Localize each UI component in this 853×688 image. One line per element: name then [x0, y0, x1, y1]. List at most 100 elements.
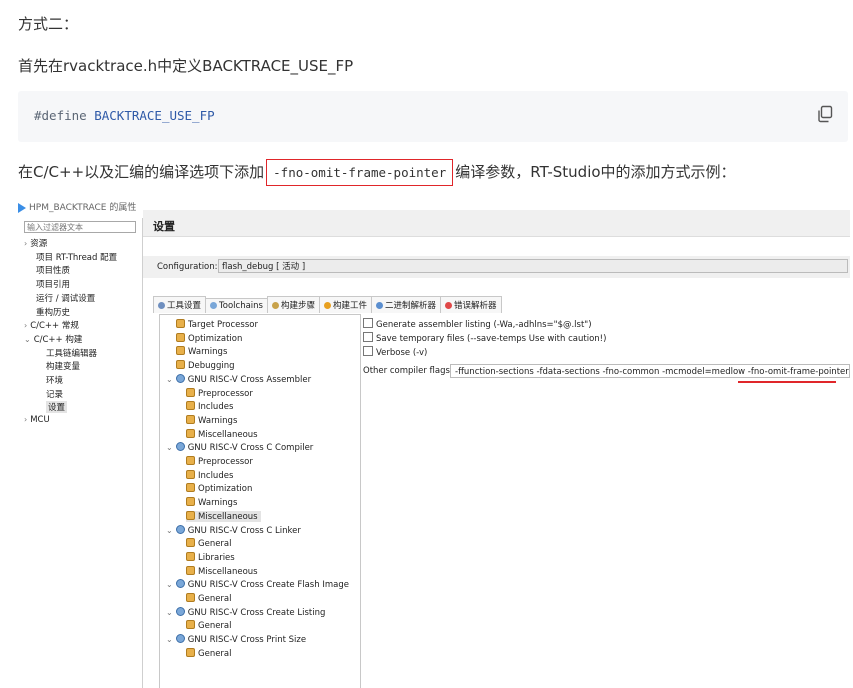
nav-tree-label: MCU: [30, 415, 50, 426]
tool-group[interactable]: ⌄ GNU RISC-V Cross Create Listing: [166, 606, 325, 618]
nav-tree-item[interactable]: 构建变量: [46, 360, 80, 372]
settings-icon: [186, 469, 195, 479]
tool-setting-item[interactable]: Includes: [186, 401, 233, 412]
chevron-down-icon[interactable]: ⌄: [166, 375, 173, 384]
chevron-down-icon[interactable]: ⌄: [24, 335, 31, 344]
tool-tree-label: Optimization: [188, 333, 243, 344]
settings-tab[interactable]: 错误解析器: [440, 296, 502, 313]
section-heading: 方式二：: [18, 15, 79, 33]
tool-setting-item[interactable]: Warnings: [186, 497, 237, 508]
settings-tab[interactable]: 构建步骤: [266, 296, 320, 313]
tool-setting-item[interactable]: General: [186, 647, 232, 659]
option-assembler-listing[interactable]: Generate assembler listing (-Wa,-adhlns=…: [363, 318, 592, 330]
tool-gear-icon: [175, 442, 185, 452]
settings-icon: [186, 483, 195, 493]
tool-setting-item[interactable]: Libraries: [186, 551, 235, 563]
checkbox[interactable]: [363, 346, 373, 356]
properties-nav-panel: 输入过滤器文本 › 资源项目 RT-Thread 配置 项目性质项目引用运行 / 调…: [18, 218, 143, 688]
other-flags-input[interactable]: -ffunction-sections -fdata-sections -fno…: [450, 364, 850, 378]
tool-tree-label: GNU RISC-V Cross Print Size: [187, 635, 307, 646]
nav-tree-label: 重构历史: [36, 307, 71, 318]
tool-setting-item[interactable]: Miscellaneous: [186, 510, 261, 522]
tool-tree-label: GNU RISC-V Cross Create Flash Image: [187, 580, 349, 591]
tool-group[interactable]: ⌄ GNU RISC-V Cross Create Flash Image: [166, 579, 349, 590]
tool-group[interactable]: ⌄ GNU RISC-V Cross Print Size: [166, 634, 306, 645]
nav-tree-item[interactable]: ⌄ C/C++ 构建: [24, 333, 82, 345]
tool-setting-item[interactable]: General: [186, 593, 232, 604]
tool-setting-item[interactable]: Miscellaneous: [186, 428, 258, 440]
tool-setting-item[interactable]: Optimization: [186, 483, 252, 494]
tool-settings-tree: Target Processor Optimization Warnings Debu…: [159, 314, 361, 688]
nav-tree-item[interactable]: 项目 RT-Thread 配置: [36, 251, 117, 263]
copy-icon[interactable]: [816, 105, 834, 123]
settings-tab[interactable]: 二进制解析器: [371, 296, 442, 313]
chevron-down-icon[interactable]: ⌄: [166, 635, 173, 644]
tool-group[interactable]: ⌄ GNU RISC-V Cross Assembler: [166, 373, 311, 385]
chevron-down-icon[interactable]: ⌄: [166, 580, 173, 589]
tool-tree-label: Optimization: [198, 484, 253, 495]
settings-icon: [176, 346, 185, 356]
option-save-temps[interactable]: Save temporary files (--save-temps Use w…: [363, 332, 606, 344]
tool-group[interactable]: ⌄ GNU RISC-V Cross C Linker: [166, 524, 301, 536]
tool-setting-item[interactable]: General: [186, 620, 232, 631]
settings-icon: [186, 428, 195, 438]
settings-icon: [186, 551, 195, 561]
chevron-right-icon[interactable]: ›: [24, 321, 27, 330]
chevron-down-icon[interactable]: ⌄: [166, 443, 173, 452]
tool-tree-label: Miscellaneous: [198, 566, 258, 577]
paragraph-text-before: 在C/C++以及汇编的编译选项下添加: [18, 163, 265, 181]
nav-tree-item[interactable]: 环境: [46, 374, 63, 386]
configuration-select[interactable]: flash_debug [ 活动 ]: [218, 259, 848, 273]
chevron-down-icon[interactable]: ⌄: [166, 608, 173, 617]
tool-setting-item[interactable]: General: [186, 538, 232, 549]
checkbox[interactable]: [363, 318, 373, 328]
tool-setting-item[interactable]: Target Processor: [176, 319, 258, 330]
tool-tree-label: Libraries: [198, 552, 235, 563]
nav-tree-item[interactable]: › 资源: [24, 237, 47, 249]
tool-setting-item[interactable]: Warnings: [176, 346, 227, 357]
nav-tree-item[interactable]: 记录: [46, 388, 63, 400]
option-label: Generate assembler listing (-Wa,-adhlns=…: [376, 320, 592, 330]
settings-tab[interactable]: Toolchains: [205, 298, 268, 313]
tool-gear-icon: [175, 373, 185, 383]
nav-tree-item[interactable]: 项目性质: [36, 264, 70, 276]
tool-setting-item[interactable]: Warnings: [186, 414, 237, 426]
option-label: Verbose (-v): [376, 348, 428, 358]
tool-setting-item[interactable]: Preprocessor: [186, 456, 253, 467]
tool-setting-item[interactable]: Includes: [186, 469, 233, 481]
tool-tree-label: Preprocessor: [198, 457, 253, 467]
tool-setting-item[interactable]: Debugging: [176, 360, 235, 371]
nav-tree-item[interactable]: 运行 / 调试设置: [36, 292, 95, 304]
nav-tree-item[interactable]: 设置: [46, 401, 68, 414]
tool-setting-item[interactable]: Miscellaneous: [186, 565, 258, 577]
tool-setting-item[interactable]: Preprocessor: [186, 387, 253, 399]
settings-tab[interactable]: 构建工件: [319, 296, 373, 313]
app-logo-icon: [18, 202, 26, 213]
settings-panel: 设置 Configuration: flash_debug [ 活动 ] 工具设…: [143, 210, 850, 688]
tool-tree-label: Warnings: [198, 498, 238, 509]
chevron-right-icon[interactable]: ›: [24, 239, 27, 248]
tool-tree-label: Warnings: [188, 347, 228, 358]
tab-label: 二进制解析器: [385, 301, 437, 311]
settings-icon: [186, 538, 195, 548]
tool-group[interactable]: ⌄ GNU RISC-V Cross C Compiler: [166, 442, 313, 453]
ide-screenshot: HPM_BACKTRACE 的属性 输入过滤器文本 › 资源 项目 RT-Threa…: [18, 198, 850, 688]
settings-icon: [186, 565, 195, 575]
settings-icon: [186, 593, 195, 602]
paragraph-text-after: 编译参数，RT-Studio中的添加方式示例：: [455, 163, 736, 181]
nav-tree-label: 运行 / 调试设置: [36, 293, 96, 304]
tool-gear-icon: [175, 606, 185, 616]
checkbox[interactable]: [363, 332, 373, 342]
filter-input[interactable]: 输入过滤器文本: [24, 221, 136, 233]
option-verbose[interactable]: Verbose (-v): [363, 346, 427, 358]
nav-tree-item[interactable]: 工具链编辑器: [46, 347, 97, 359]
nav-tree-item[interactable]: › C/C++ 常规: [24, 319, 79, 331]
nav-tree-item[interactable]: 项目引用: [36, 278, 70, 290]
settings-tab[interactable]: 工具设置: [153, 296, 207, 313]
chevron-right-icon[interactable]: ›: [24, 415, 27, 424]
chevron-down-icon[interactable]: ⌄: [166, 526, 173, 535]
tool-setting-item[interactable]: Optimization: [176, 332, 243, 344]
nav-tree-item[interactable]: › MCU: [24, 415, 50, 425]
nav-tree-item[interactable]: 重构历史: [36, 306, 70, 318]
inline-code-flag: -fno-omit-frame-pointer: [266, 159, 454, 186]
